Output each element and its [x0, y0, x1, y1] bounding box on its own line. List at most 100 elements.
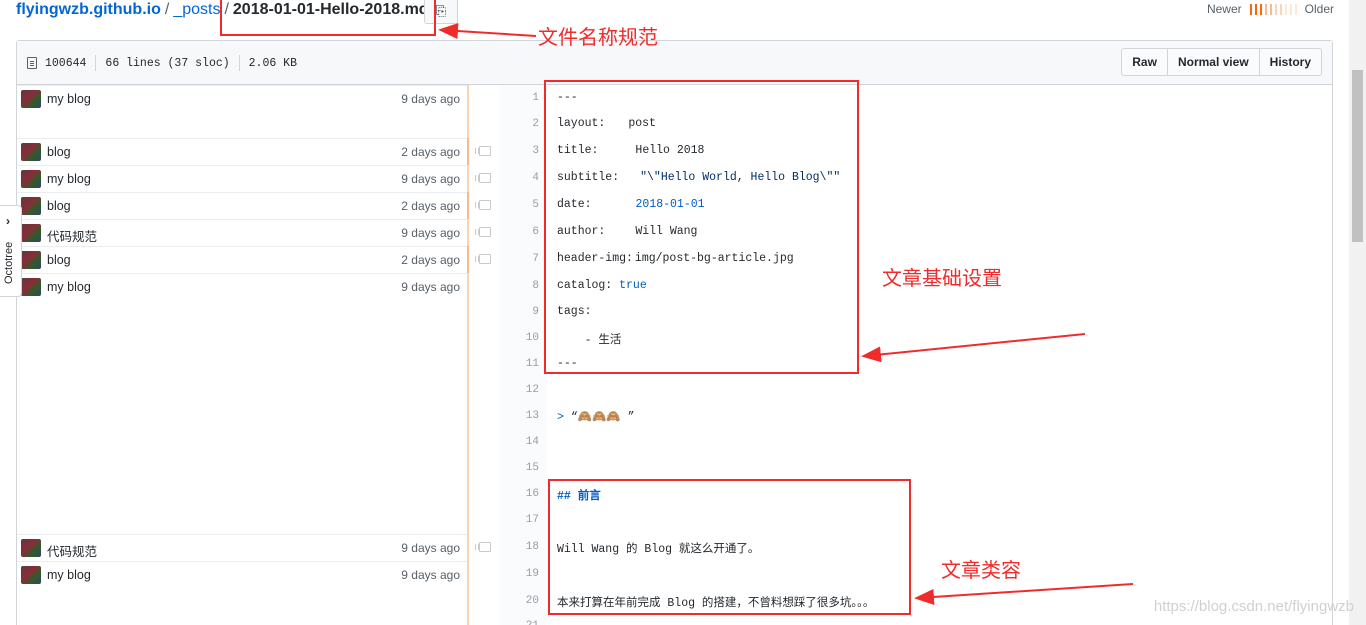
reblame-button[interactable]	[475, 138, 499, 165]
reblame-button[interactable]	[475, 192, 499, 219]
avatar[interactable]	[21, 197, 41, 215]
reblame-icon	[475, 173, 491, 183]
blame-commit[interactable]: 代码规范 9 days ago	[17, 219, 469, 246]
annotation-label-basic: 文章基础设置	[882, 266, 1002, 290]
commit-age: 9 days ago	[401, 280, 460, 294]
reblame-button[interactable]	[475, 219, 499, 246]
age-heat-bar	[467, 138, 469, 165]
commit-message[interactable]: 代码规范	[47, 226, 97, 245]
blame-commit[interactable]: blog 2 days ago	[17, 138, 469, 165]
reblame-button[interactable]	[475, 534, 499, 561]
commit-message[interactable]: my blog	[47, 568, 91, 582]
reblame-button[interactable]	[475, 246, 499, 273]
line-number[interactable]: 1	[499, 92, 539, 104]
file-info: 100644 66 lines (37 sloc) 2.06 KB	[27, 55, 297, 71]
blame-commit[interactable]: my blog 9 days ago	[17, 165, 469, 192]
line-number[interactable]: 20	[499, 595, 539, 607]
commit-message[interactable]: my blog	[47, 92, 91, 106]
commit-message[interactable]: blog	[47, 199, 71, 213]
age-heat-bar	[467, 165, 469, 192]
avatar[interactable]	[21, 251, 41, 269]
line-number[interactable]: 18	[499, 541, 539, 553]
annotation-label-filename: 文件名称规范	[538, 25, 658, 49]
line-number[interactable]: 9	[499, 306, 539, 318]
line-number[interactable]: 6	[499, 226, 539, 238]
breadcrumb-dir-link[interactable]: _posts	[173, 1, 220, 18]
raw-button[interactable]: Raw	[1121, 48, 1168, 76]
commit-age: 9 days ago	[401, 172, 460, 186]
view-button-group: Raw Normal view History	[1121, 48, 1322, 76]
line-number[interactable]: 21	[499, 620, 539, 625]
blame-commit[interactable]: my blog 9 days ago	[17, 85, 469, 138]
reblame-icon	[475, 227, 491, 237]
line-number[interactable]: 7	[499, 253, 539, 265]
age-heat-bar	[467, 534, 469, 561]
age-heat-bar	[467, 561, 469, 625]
annotation-box-filename	[220, 0, 436, 36]
line-number[interactable]: 15	[499, 462, 539, 474]
line-number[interactable]: 10	[499, 332, 539, 344]
commit-message[interactable]: blog	[47, 253, 71, 267]
older-label: Older	[1304, 2, 1334, 16]
avatar[interactable]	[21, 170, 41, 188]
file-size: 2.06 KB	[248, 56, 297, 70]
line-number[interactable]: 11	[499, 358, 539, 370]
age-heat-scale	[1249, 3, 1297, 15]
line-number[interactable]: 12	[499, 384, 539, 396]
line-number[interactable]: 2	[499, 118, 539, 130]
line-number[interactable]: 13	[499, 410, 539, 422]
octotree-toggle[interactable]: › Octotree	[0, 205, 22, 297]
line-number[interactable]: 19	[499, 568, 539, 580]
commit-age: 9 days ago	[401, 568, 460, 582]
commit-message[interactable]: my blog	[47, 280, 91, 294]
reblame-button[interactable]	[475, 165, 499, 192]
blame-age-legend: Newer Older	[1207, 2, 1334, 16]
avatar[interactable]	[21, 566, 41, 584]
normal-view-button[interactable]: Normal view	[1167, 48, 1260, 76]
blame-commit[interactable]: blog 2 days ago	[17, 192, 469, 219]
octotree-label: Octotree	[3, 241, 15, 284]
divider	[238, 55, 240, 71]
avatar[interactable]	[21, 539, 41, 557]
file-icon	[27, 57, 37, 69]
annotation-label-content: 文章类容	[941, 558, 1021, 582]
line-number[interactable]: 3	[499, 145, 539, 157]
blame-commit[interactable]: my blog 9 days ago	[17, 561, 469, 625]
avatar[interactable]	[21, 224, 41, 242]
commit-age: 9 days ago	[401, 541, 460, 555]
history-button[interactable]: History	[1259, 48, 1322, 76]
line-number[interactable]: 5	[499, 199, 539, 211]
avatar[interactable]	[21, 143, 41, 161]
line-number[interactable]: 14	[499, 436, 539, 448]
code-line: > “🙈🙈🙈 ”	[557, 409, 634, 424]
quote-text: “🙈🙈🙈 ”	[570, 411, 635, 424]
age-heat-bar	[467, 246, 469, 273]
reblame-icon	[475, 542, 491, 552]
commit-message[interactable]: my blog	[47, 172, 91, 186]
breadcrumb-repo-link[interactable]: flyingwzb.github.io	[16, 1, 161, 18]
line-number[interactable]: 8	[499, 280, 539, 292]
commit-age: 9 days ago	[401, 226, 460, 240]
vertical-scrollbar[interactable]	[1349, 0, 1366, 625]
age-heat-bar	[467, 219, 469, 246]
avatar[interactable]	[21, 278, 41, 296]
commit-message[interactable]: 代码规范	[47, 541, 97, 560]
blame-commit[interactable]: blog 2 days ago	[17, 246, 469, 273]
commit-message[interactable]: blog	[47, 145, 71, 159]
arrow-filename	[438, 23, 537, 40]
blockquote-marker: >	[557, 411, 564, 424]
file-mode: 100644	[45, 56, 87, 70]
blame-commit[interactable]: 代码规范 9 days ago	[17, 534, 469, 561]
line-number[interactable]: 17	[499, 514, 539, 526]
commit-age: 9 days ago	[401, 92, 460, 106]
line-number[interactable]: 16	[499, 488, 539, 500]
scrollbar-thumb[interactable]	[1352, 70, 1363, 242]
line-number[interactable]: 4	[499, 172, 539, 184]
chevron-right-icon: ›	[6, 214, 10, 228]
clippy-icon: ⎘	[435, 3, 447, 18]
blame-commit[interactable]: my blog 9 days ago	[17, 273, 469, 534]
annotation-box-content	[548, 479, 911, 615]
avatar[interactable]	[21, 90, 41, 108]
commit-age: 2 days ago	[401, 253, 460, 267]
age-heat-bar	[467, 273, 469, 534]
